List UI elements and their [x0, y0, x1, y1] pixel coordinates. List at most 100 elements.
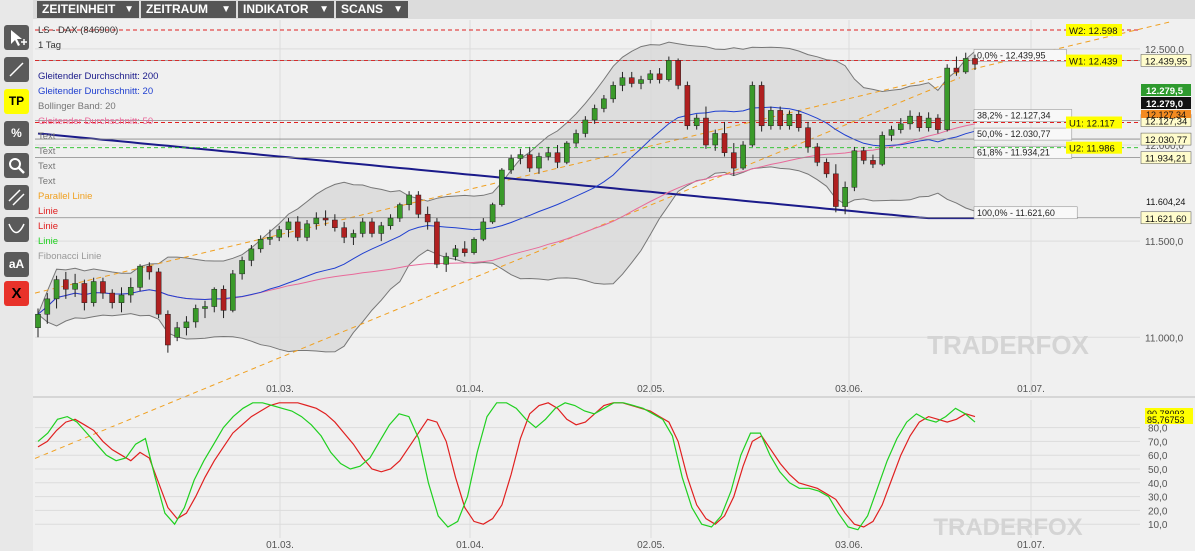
- candle-body: [397, 204, 403, 219]
- fib-label: 100,0% - 11.621,60: [977, 208, 1055, 218]
- candle-body: [591, 108, 598, 121]
- candle-body: [693, 117, 700, 127]
- osc-value-label: 85,76753: [1147, 415, 1185, 425]
- legend-entry: Linie: [38, 221, 58, 232]
- candle-body: [730, 152, 737, 169]
- candle-body: [267, 237, 273, 240]
- candle-body: [489, 204, 496, 223]
- candle-body: [248, 248, 255, 261]
- candle-body: [35, 313, 41, 328]
- candle-body: [768, 110, 774, 127]
- chart-title: LS - DAX (846900): [38, 25, 118, 36]
- candle-body: [257, 238, 264, 250]
- candle-body: [675, 60, 681, 86]
- osc-y-tick-label: 60,0: [1148, 451, 1168, 462]
- fib-price-label: 12.030,77: [1145, 135, 1187, 146]
- candle-body: [564, 142, 570, 163]
- x-tick-label: 03.06.: [835, 384, 863, 395]
- candle-body: [192, 308, 199, 323]
- candle-body: [582, 119, 589, 134]
- candle-body: [174, 327, 180, 338]
- candle-body: [230, 273, 236, 311]
- watermark: TRADERFOX: [927, 330, 1089, 360]
- candle-body: [378, 225, 385, 234]
- legend-entry: Fibonacci Linie: [38, 251, 101, 262]
- legend-entry: Text: [38, 176, 56, 187]
- level-label: W1: 12.439: [1069, 57, 1118, 68]
- candle-body: [601, 98, 607, 109]
- fib-price-label: 11.934,21: [1145, 154, 1187, 165]
- candle-body: [471, 238, 477, 253]
- candle-body: [740, 144, 746, 169]
- chart-interval: 1 Tag: [38, 40, 61, 51]
- legend-entry: Gleitender Durchschnitt: 50: [38, 116, 153, 127]
- candle-body: [526, 154, 533, 169]
- candle-body: [183, 321, 190, 328]
- candle-body: [369, 221, 375, 234]
- osc-y-tick-label: 20,0: [1148, 506, 1168, 517]
- candle-body: [63, 279, 69, 290]
- candle-body: [777, 110, 783, 127]
- fib-label: 38,2% - 12.127,34: [977, 111, 1051, 121]
- osc-y-tick-label: 40,0: [1148, 479, 1168, 490]
- candle-body: [554, 152, 561, 163]
- oscillator-line: [37, 402, 976, 528]
- candle-body: [842, 187, 848, 207]
- candle-body: [610, 85, 616, 100]
- candle-body: [814, 146, 821, 163]
- candle-body: [638, 79, 644, 84]
- candle-body: [406, 194, 412, 205]
- legend-entry: Gleitender Durchschnitt: 20: [38, 86, 153, 97]
- candle-body: [944, 67, 950, 130]
- candle-body: [833, 173, 839, 207]
- candle-body: [202, 306, 208, 309]
- legend-entry: Linie: [38, 236, 58, 247]
- candle-body: [684, 85, 691, 127]
- fib-label: 50,0% - 12.030,77: [977, 129, 1051, 139]
- candle-body: [879, 135, 886, 165]
- candle-body: [461, 248, 468, 253]
- extra-right-label: 11.604,24: [1146, 197, 1185, 207]
- candle-body: [332, 219, 338, 228]
- candle-body: [443, 256, 449, 265]
- candle-body: [53, 279, 60, 300]
- candle-body: [508, 158, 514, 171]
- candle-body: [434, 221, 440, 265]
- candle-body: [211, 288, 218, 307]
- candle-body: [155, 271, 162, 315]
- candle-body: [860, 150, 867, 161]
- candle-body: [823, 162, 830, 175]
- candle-body: [907, 115, 913, 125]
- candle-body: [220, 288, 227, 311]
- legend-entry: Text: [38, 161, 56, 172]
- fib-price-label: 12.439,95: [1145, 56, 1187, 67]
- candle-body: [100, 281, 106, 294]
- fib-label: 0,0% - 12.439,95: [977, 50, 1046, 60]
- osc-watermark: TRADERFOX: [933, 514, 1082, 541]
- candle-body: [109, 292, 116, 303]
- osc-x-tick-label: 03.06.: [835, 540, 863, 551]
- candle-body: [749, 85, 756, 146]
- osc-y-tick-label: 80,0: [1148, 424, 1168, 435]
- osc-x-tick-label: 01.03.: [266, 540, 294, 551]
- candle-body: [953, 67, 960, 73]
- candle-body: [517, 154, 524, 159]
- candle-body: [805, 127, 811, 148]
- candle-body: [619, 77, 626, 86]
- candle-body: [758, 85, 765, 127]
- legend-entry: Parallel Linie: [38, 191, 92, 202]
- price-box-label: 12.279,5: [1146, 86, 1184, 97]
- legend-entry: Bollinger Band: 20: [38, 101, 116, 112]
- price-box-label: 12.279,0: [1146, 99, 1183, 110]
- x-tick-label: 02.05.: [637, 384, 665, 395]
- candle-body: [90, 281, 97, 303]
- candle-body: [304, 223, 310, 238]
- candle-body: [573, 133, 579, 144]
- candle-body: [499, 169, 505, 205]
- candle-body: [536, 156, 542, 169]
- level-label: U2: 11.986: [1069, 144, 1115, 155]
- osc-y-tick-label: 10,0: [1148, 520, 1168, 531]
- level-label: U1: 12.117: [1069, 119, 1115, 130]
- candle-body: [350, 233, 357, 238]
- candle-body: [359, 221, 366, 234]
